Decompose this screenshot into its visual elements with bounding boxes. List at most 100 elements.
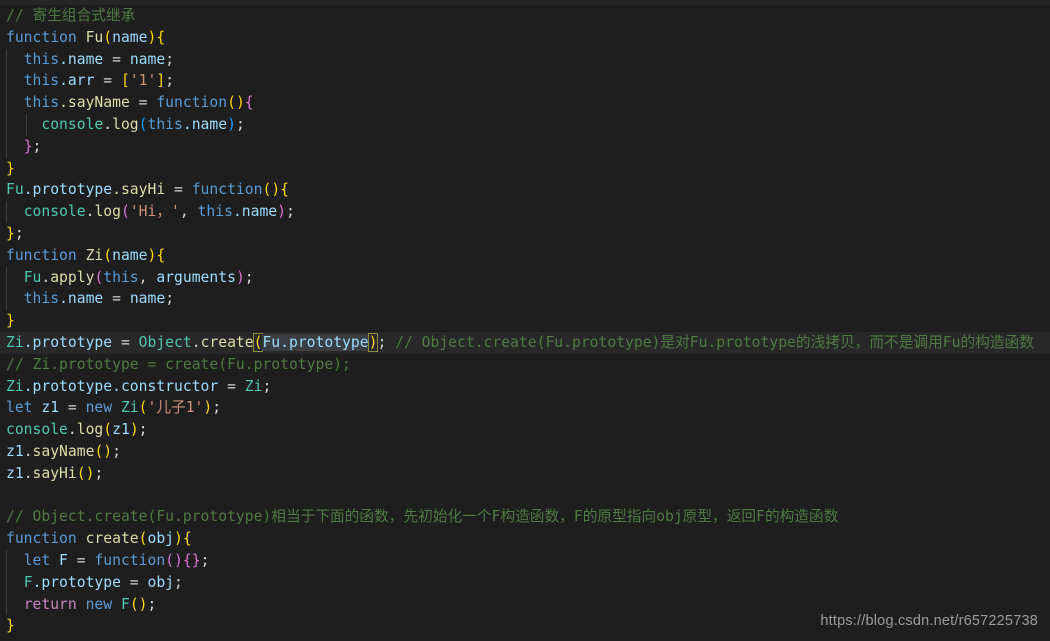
semicolon: ;: [165, 50, 175, 68]
paren-close: ): [227, 115, 236, 133]
method-sayhi: sayHi: [32, 464, 77, 482]
method-apply: apply: [50, 268, 95, 286]
code-line[interactable]: let z1 = new Zi('儿子1');: [0, 397, 1050, 419]
identifier-fu: Fu: [23, 268, 42, 286]
dot: .: [23, 442, 33, 460]
code-line[interactable]: this.name = name;: [0, 48, 1050, 71]
operator-assign: =: [120, 573, 148, 591]
code-line-active[interactable]: Zi.prototype = Object.create(Fu.prototyp…: [0, 331, 1050, 354]
code-editor[interactable]: // 寄生组合式继承 function Fu(name){ this.name …: [0, 0, 1050, 641]
code-line[interactable]: Fu.prototype.sayHi = function(){: [0, 179, 1050, 201]
code-line[interactable]: let F = function(){};: [0, 549, 1050, 572]
identifier-arguments: arguments: [156, 268, 236, 286]
semicolon: ;: [165, 72, 175, 90]
code-line[interactable]: Fu.apply(this, arguments);: [0, 266, 1050, 289]
property-prototype: .prototype: [23, 333, 113, 351]
comment-token: // 寄生组合式继承: [6, 7, 136, 24]
code-line[interactable]: function Zi(name){: [0, 245, 1050, 267]
identifier-f: F: [23, 573, 33, 591]
code-content[interactable]: // 寄生组合式继承 function Fu(name){ this.name …: [0, 5, 1050, 637]
keyword-this: this: [103, 268, 139, 286]
param-name: name: [112, 28, 148, 46]
keyword-function: function: [6, 246, 77, 264]
identifier-zi: Zi: [112, 399, 139, 417]
indent-guide: [6, 288, 7, 311]
code-line[interactable]: };: [0, 135, 1050, 158]
paren-open: (: [262, 181, 272, 199]
indent-guide: [6, 92, 7, 114]
code-line[interactable]: z1.sayName();: [0, 441, 1050, 463]
semicolon: ;: [286, 203, 295, 221]
code-line[interactable]: console.log(this.name);: [0, 113, 1050, 136]
code-line[interactable]: Zi.prototype.constructor = Zi;: [0, 376, 1050, 398]
code-line[interactable]: console.log(z1);: [0, 419, 1050, 441]
operator-assign: =: [103, 290, 130, 308]
indent-guide: [6, 266, 7, 289]
semicolon: ;: [14, 224, 24, 242]
property-name: .name: [232, 203, 278, 221]
comment-token: // Object.create(Fu.prototype)相当于下面的函数，先…: [6, 508, 839, 526]
property-name: .name: [59, 290, 104, 308]
keyword-let: let: [23, 551, 51, 569]
keyword-this: this: [23, 50, 60, 68]
paren-close: ): [277, 203, 286, 221]
code-line[interactable]: function create(obj){: [0, 528, 1050, 550]
dot: .: [23, 464, 33, 482]
paren-close: ): [174, 551, 183, 569]
property-constructor: .constructor: [112, 377, 219, 395]
code-line[interactable]: F.prototype = obj;: [0, 571, 1050, 594]
code-line[interactable]: z1.sayHi();: [0, 463, 1050, 485]
operator-assign: =: [59, 399, 86, 417]
code-line[interactable]: console.log('Hi，', this.name);: [0, 201, 1050, 223]
paren-open: (: [103, 28, 113, 46]
code-line[interactable]: // Zi.prototype = create(Fu.prototype);: [0, 354, 1050, 376]
code-line[interactable]: this.name = name;: [0, 288, 1050, 311]
param-obj: obj: [147, 530, 175, 548]
keyword-let: let: [6, 399, 33, 417]
bracket-open: [: [120, 72, 130, 90]
code-line-blank[interactable]: [0, 485, 1050, 507]
keyword-function: function: [94, 551, 166, 569]
semicolon: ;: [212, 399, 222, 417]
brace-close: }: [6, 617, 15, 635]
paren-open: (: [165, 551, 175, 569]
indent-guide: [25, 113, 27, 136]
param-name: name: [112, 246, 148, 264]
operator-assign: =: [165, 181, 192, 199]
code-line[interactable]: };: [0, 223, 1050, 245]
brace-open: {: [182, 530, 192, 548]
brace-open: {: [244, 94, 254, 112]
indent-guide: [6, 549, 7, 572]
value-name: name: [129, 50, 166, 68]
brace-close: }: [6, 224, 15, 242]
code-line[interactable]: }: [0, 310, 1050, 332]
value-name: name: [129, 290, 166, 308]
dot: .: [191, 333, 201, 351]
code-line[interactable]: // 寄生组合式继承: [0, 5, 1050, 27]
string-literal: 'Hi，': [129, 203, 180, 221]
string-literal: '1': [129, 72, 157, 90]
code-line[interactable]: }: [0, 158, 1050, 180]
keyword-this: this: [147, 115, 183, 133]
comma: ,: [138, 268, 157, 286]
code-line[interactable]: this.arr = ['1'];: [0, 70, 1050, 93]
method-sayname: sayName: [32, 442, 95, 460]
code-line[interactable]: this.sayName = function(){: [0, 92, 1050, 114]
code-line[interactable]: function Fu(name){: [0, 27, 1050, 49]
keyword-new: new: [85, 399, 113, 417]
identifier-fu: Fu: [6, 181, 24, 199]
comma: ,: [179, 203, 198, 221]
semicolon: ;: [94, 464, 104, 482]
identifier-zi: Zi: [6, 333, 24, 351]
keyword-function: function: [156, 94, 228, 112]
selected-text[interactable]: Fu.prototype: [262, 333, 369, 351]
code-line[interactable]: // Object.create(Fu.prototype)相当于下面的函数，先…: [0, 506, 1050, 528]
identifier-f: F: [112, 595, 130, 613]
